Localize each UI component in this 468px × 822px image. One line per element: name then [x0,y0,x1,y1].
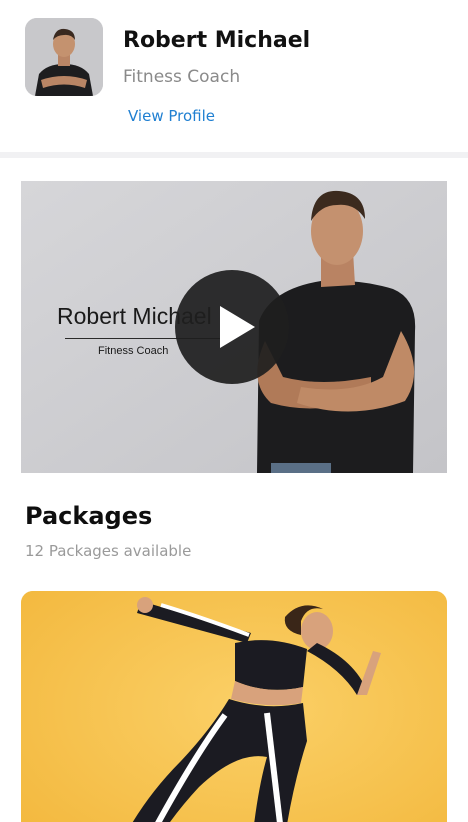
packages-title: Packages [25,502,153,530]
package-card[interactable] [21,591,447,822]
avatar-image [25,18,103,96]
intro-video[interactable]: Robert Michael Fitness Coach [21,181,447,473]
view-profile-link[interactable]: View Profile [128,107,215,125]
profile-name: Robert Michael [123,28,311,53]
trainer-profile-page: Robert Michael Fitness Coach View Profil… [0,0,468,822]
package-image [21,591,447,822]
profile-role: Fitness Coach [123,67,241,87]
section-divider [0,152,468,158]
play-button[interactable] [175,270,289,384]
profile-header: Robert Michael Fitness Coach View Profil… [0,0,468,154]
play-icon [220,306,255,348]
video-subtitle: Fitness Coach [98,345,169,357]
avatar[interactable] [25,18,103,96]
packages-count: 12 Packages available [25,542,192,560]
